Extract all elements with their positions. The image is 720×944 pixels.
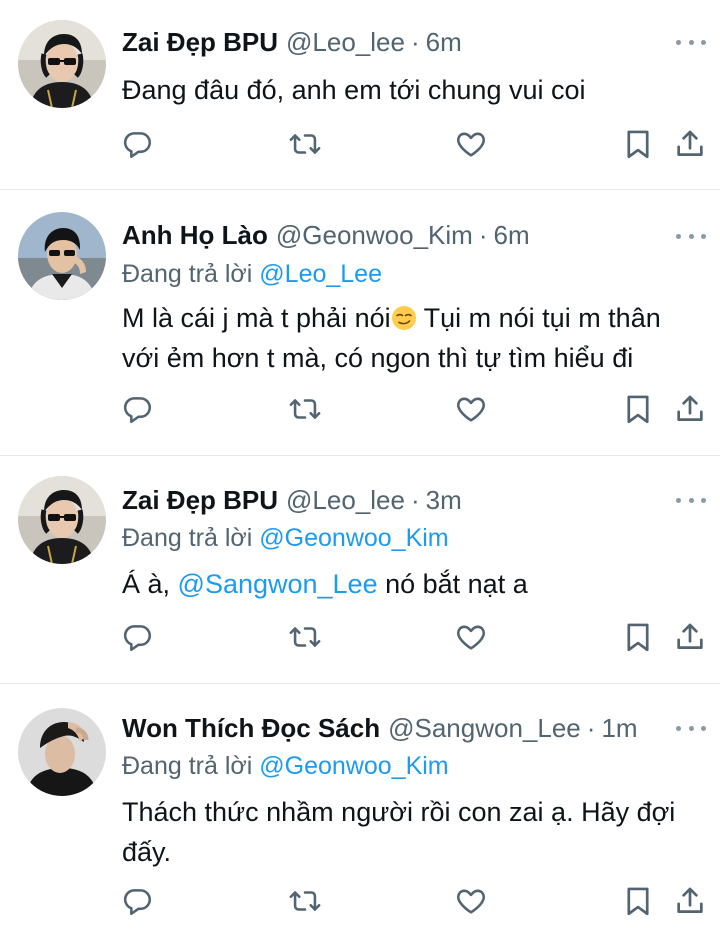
like-icon[interactable] <box>454 620 488 654</box>
separator: · <box>586 712 596 743</box>
tweet-actions <box>0 620 720 654</box>
like-icon[interactable] <box>454 884 488 918</box>
tweet-text-part: Á à, <box>122 569 178 599</box>
avatar[interactable] <box>18 476 106 564</box>
reply-icon[interactable] <box>120 884 154 918</box>
more-icon[interactable] <box>676 718 706 738</box>
replying-to-mention[interactable]: @Leo_Lee <box>259 260 382 288</box>
share-icon[interactable] <box>673 884 707 918</box>
separator: · <box>410 484 420 515</box>
tweet-text: Á à, @Sangwon_Lee nó bắt nạt a <box>122 564 700 604</box>
reply-icon[interactable] <box>120 127 154 161</box>
bookmark-icon[interactable] <box>621 884 655 918</box>
tweet-header: Anh Họ Lào @Geonwoo_Kim · 6m <box>122 218 660 252</box>
tweet-text-part: Thách thức nhầm người rồi con zai ạ. Hãy… <box>122 797 676 867</box>
avatar-image <box>18 212 106 300</box>
smirking-face-emoji <box>391 306 416 330</box>
bookmark-icon[interactable] <box>621 392 655 426</box>
like-icon[interactable] <box>454 127 488 161</box>
tweet-3[interactable]: Zai Đẹp BPU @Leo_lee · 3m Đang trả lời @… <box>0 456 720 684</box>
timestamp[interactable]: 6m <box>426 27 462 58</box>
tweet-actions <box>0 884 720 918</box>
retweet-icon[interactable] <box>288 392 322 426</box>
avatar-image <box>18 20 106 108</box>
replying-to-label: Đang trả lời <box>122 260 260 288</box>
display-name[interactable]: Won Thích Đọc Sách <box>122 713 380 744</box>
replying-to-label: Đang trả lời <box>122 752 260 780</box>
replying-to-mention[interactable]: @Geonwoo_Kim <box>259 524 448 552</box>
more-icon[interactable] <box>676 490 706 510</box>
text-mention-link[interactable]: @Sangwon_Lee <box>178 569 378 599</box>
timestamp[interactable]: 3m <box>426 485 462 516</box>
like-icon[interactable] <box>454 392 488 426</box>
replying-to-mention[interactable]: @Geonwoo_Kim <box>259 752 448 780</box>
replying-to: Đang trả lời @Geonwoo_Kim <box>122 524 449 553</box>
display-name[interactable]: Zai Đẹp BPU <box>122 27 278 58</box>
more-icon[interactable] <box>676 32 706 52</box>
replying-to-label: Đang trả lời <box>122 524 260 552</box>
tweet-4[interactable]: Won Thích Đọc Sách @Sangwon_Lee · 1m Đan… <box>0 684 720 944</box>
tweet-text-part: M là cái j mà t phải nói <box>122 303 391 333</box>
tweet-header: Zai Đẹp BPU @Leo_lee · 6m <box>122 25 660 59</box>
replying-to: Đang trả lời @Leo_Lee <box>122 260 382 289</box>
tweet-text-part: nó bắt nạt a <box>377 569 528 599</box>
more-icon[interactable] <box>676 226 706 246</box>
avatar[interactable] <box>18 20 106 108</box>
avatar[interactable] <box>18 708 106 796</box>
tweet-actions <box>0 127 720 161</box>
tweet-header: Won Thích Đọc Sách @Sangwon_Lee · 1m <box>122 711 660 745</box>
reply-icon[interactable] <box>120 392 154 426</box>
tweet-2[interactable]: Anh Họ Lào @Geonwoo_Kim · 6m Đang trả lờ… <box>0 190 720 456</box>
retweet-icon[interactable] <box>288 620 322 654</box>
avatar-image <box>18 476 106 564</box>
user-handle[interactable]: @Leo_lee <box>286 27 405 58</box>
tweet-text-part: Đang đâu đó, anh em tới chung vui coi <box>122 75 586 105</box>
replying-to: Đang trả lời @Geonwoo_Kim <box>122 752 449 781</box>
avatar[interactable] <box>18 212 106 300</box>
share-icon[interactable] <box>673 620 707 654</box>
bookmark-icon[interactable] <box>621 127 655 161</box>
tweet-actions <box>0 392 720 426</box>
separator: · <box>478 219 488 250</box>
tweet-text: Đang đâu đó, anh em tới chung vui coi <box>122 70 700 110</box>
tweet-text: M là cái j mà t phải nói Tụi m nói tụi m… <box>122 298 700 378</box>
separator: · <box>410 26 420 57</box>
reply-icon[interactable] <box>120 620 154 654</box>
tweet-1[interactable]: Zai Đẹp BPU @Leo_lee · 6m Đang đâu đó, a… <box>0 0 720 190</box>
retweet-icon[interactable] <box>288 884 322 918</box>
display-name[interactable]: Zai Đẹp BPU <box>122 485 278 516</box>
avatar-image <box>18 708 106 796</box>
bookmark-icon[interactable] <box>621 620 655 654</box>
share-icon[interactable] <box>673 392 707 426</box>
user-handle[interactable]: @Leo_lee <box>286 485 405 516</box>
user-handle[interactable]: @Sangwon_Lee <box>388 713 581 744</box>
share-icon[interactable] <box>673 127 707 161</box>
timestamp[interactable]: 6m <box>493 220 529 251</box>
tweet-header: Zai Đẹp BPU @Leo_lee · 3m <box>122 483 660 517</box>
display-name[interactable]: Anh Họ Lào <box>122 220 268 251</box>
timestamp[interactable]: 1m <box>601 713 637 744</box>
tweet-text: Thách thức nhầm người rồi con zai ạ. Hãy… <box>122 792 700 872</box>
user-handle[interactable]: @Geonwoo_Kim <box>276 220 473 251</box>
retweet-icon[interactable] <box>288 127 322 161</box>
